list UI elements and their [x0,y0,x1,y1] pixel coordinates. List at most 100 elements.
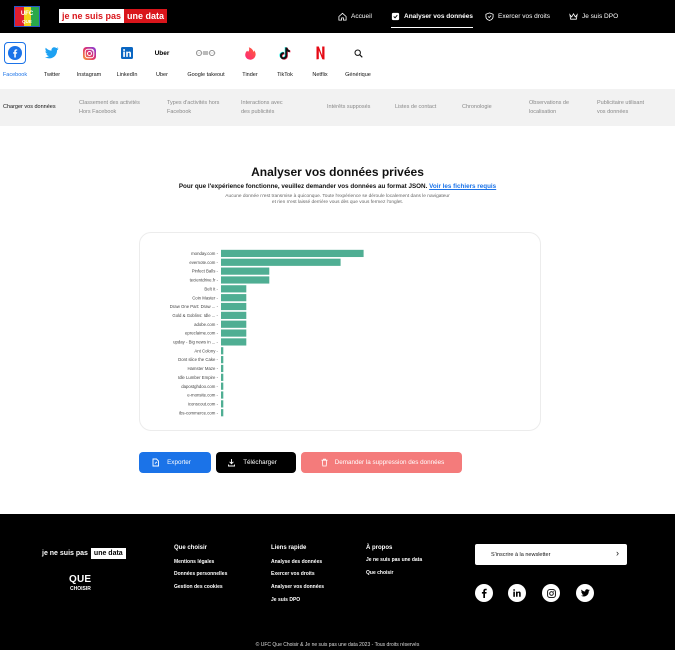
footer-logo-a: je ne suis pas [42,550,88,557]
tick-label: e-monsite.com - [187,393,218,398]
bar[interactable] [221,276,270,284]
tab-charger-donnees[interactable]: Charger vos données [3,89,56,126]
footer-link[interactable]: Je suis DPO [271,597,300,603]
platform-label: Instagram [76,72,102,78]
bar[interactable] [221,258,341,266]
nav-exercer[interactable]: Exercer vos droits [485,0,550,33]
tick-label: Gold & Goblins: Idle ... - [172,313,218,318]
platform-label: Tinder [242,72,258,78]
que-choisir-logo[interactable]: QUE [69,574,91,585]
instagram-icon[interactable] [542,584,560,602]
bar[interactable] [221,382,224,390]
netflix-icon [309,42,331,64]
tick-label: Idle Lumber Empire - [178,375,219,380]
platform-tiktok[interactable]: TikTok [276,33,294,88]
bar[interactable] [221,347,224,355]
tab-interets-supposes[interactable]: Intérêts supposés [327,89,370,126]
bar[interactable] [221,409,224,417]
bar-chart: monday.com - evernote.com - Pinfect Balls … [170,249,364,417]
tick-label: ibs-commerce.com - [179,410,218,415]
tab-interactions-publicites[interactable]: Interactions avec des publicités [241,89,283,126]
bar[interactable] [221,338,247,346]
footer-link[interactable]: Que choisir [366,570,394,576]
platform-twitter[interactable]: Twitter [39,33,65,88]
tick-label: epreclaime.com - [185,331,219,336]
bar[interactable] [221,267,270,275]
footer-link[interactable]: Mentions légales [174,559,214,565]
nav-dpo[interactable]: Je suis DPO [569,0,618,33]
platform-facebook[interactable]: Facebook [0,33,30,88]
delete-data-button[interactable]: Demander la suppression des données [301,452,462,473]
bar[interactable] [221,294,247,302]
footer-link[interactable]: Je ne suis pas une data [366,557,422,563]
bar[interactable] [221,364,224,373]
bar[interactable] [221,400,224,408]
nav-label: Exercer vos droits [498,13,551,20]
tick-label: evernote.com - [189,260,218,265]
tab-publicitaire-donnees[interactable]: Publicitaire utilisant vos données [597,89,644,126]
platform-generique[interactable]: Générique [342,33,374,88]
twitter-icon[interactable] [576,584,594,602]
platform-tinder[interactable]: Tinder [240,33,260,88]
tab-label: Observations de [529,99,570,106]
bar[interactable] [221,311,247,319]
required-files-link[interactable]: Voir les fichiers requis [429,183,496,190]
subtitle-text: Pour que l'expérience fonctionne, veuill… [178,183,428,190]
tab-classement-activites[interactable]: Classement des activités Hors Facebook [79,89,140,126]
tab-listes-contact[interactable]: Listes de contact [395,89,436,126]
nav-label: Accueil [351,13,372,20]
footer-site-logo[interactable]: je ne suis pas une data [42,548,126,559]
platform-label: LinkedIn [116,72,138,78]
newsletter-button[interactable]: S'inscrire à la newsletter › [475,544,627,565]
category-tabs: Charger vos données Classement des activ… [0,89,675,126]
footer-link[interactable]: Analyser vos données [271,584,324,590]
platform-instagram[interactable]: Instagram [74,33,104,88]
uber-logo: Uber [151,42,173,64]
tick-label: upday - Big news in ... - [173,340,218,345]
facebook-icon[interactable] [475,584,493,602]
bar[interactable] [221,320,247,328]
export-button[interactable]: Exporter [139,452,211,473]
svg-text:UFC: UFC [21,11,34,17]
twitter-icon [41,42,63,64]
tinder-icon [239,42,261,64]
tab-label: Chronologie [462,104,492,110]
footer-link[interactable]: Gestion des cookies [174,584,223,590]
linkedin-icon[interactable] [508,584,526,602]
tab-label: Intérêts supposés [327,104,371,110]
bar[interactable] [221,285,247,293]
top-navigation-bar: UFC QUE je ne suis pas une data Accueil … [0,0,675,33]
download-button[interactable]: Télécharger [216,452,296,473]
ufc-logo[interactable]: UFC QUE [14,3,40,30]
tab-label-line2: Facebook [167,108,192,115]
tab-observations-localisation[interactable]: Observations de localisation [529,89,569,126]
nav-accueil[interactable]: Accueil [338,0,372,33]
bar[interactable] [221,356,224,364]
platform-label: Twitter [43,72,61,78]
site-logo[interactable]: je ne suis pas une data [59,9,168,23]
bar[interactable] [221,373,224,381]
tab-chronologie[interactable]: Chronologie [462,89,492,126]
platform-label: Uber [156,72,168,78]
platform-google-takeout[interactable]: Google takeout [185,33,227,88]
tab-types-activites[interactable]: Types d'activités hors Facebook [167,89,219,126]
tick-label: Belt It - [204,286,218,291]
bar[interactable] [221,249,364,258]
bar[interactable] [221,329,247,337]
footer-logo-b: une data [90,548,126,559]
nav-analyser[interactable]: Analyser vos données [391,0,473,33]
platform-uber[interactable]: Uber Uber [151,33,173,88]
tick-label: Dont slice the Cake - [178,357,218,362]
nav-label: Analyser vos données [404,13,473,20]
platform-netflix[interactable]: Netflix [310,33,330,88]
footer-link[interactable]: Données personnelles [174,571,227,577]
tab-label-line2: vos données [597,108,629,115]
page-subtitle: Pour que l'expérience fonctionne, veuill… [0,183,675,190]
bar[interactable] [221,302,247,311]
que-choisir-logo-sub: CHOISIR [70,586,91,592]
bar[interactable] [221,391,224,399]
footer-link[interactable]: Exercer vos droits [271,571,315,577]
platform-linkedin[interactable]: LinkedIn [115,33,139,88]
platform-label: Facebook [2,72,28,78]
footer-link[interactable]: Analyse des données [271,559,322,565]
